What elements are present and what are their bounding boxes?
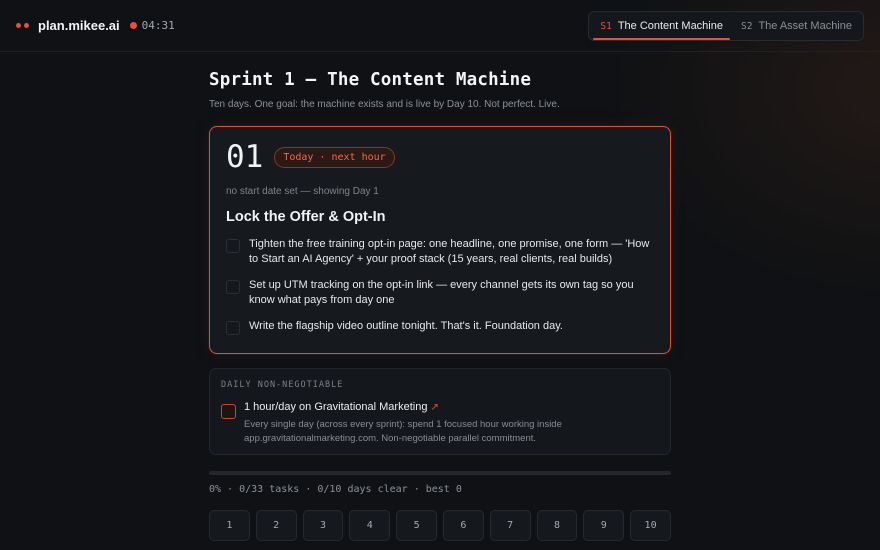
external-link-icon[interactable]: ↗ <box>430 402 438 413</box>
page-title: Sprint 1 — The Content Machine <box>209 70 532 90</box>
day-button-2[interactable]: 2 <box>255 510 297 541</box>
task-list: Tighten the free training opt-in page: o… <box>226 237 654 335</box>
main-content: Sprint 1 — The Content Machine Ten days.… <box>209 52 671 541</box>
non-negotiable-description: Every single day (across every sprint): … <box>244 419 562 444</box>
task-text: Tighten the free training opt-in page: o… <box>249 238 650 265</box>
task-checkbox[interactable] <box>226 321 240 335</box>
day-button-9[interactable]: 9 <box>583 510 625 541</box>
day-button-10[interactable]: 10 <box>630 510 671 541</box>
day-title: Lock the Offer & Opt-In <box>226 209 386 225</box>
non-negotiable-checkbox[interactable] <box>221 404 236 419</box>
session-timer: 04:31 <box>129 19 175 32</box>
brand-logo-icon <box>16 23 29 28</box>
day-button-3[interactable]: 3 <box>302 510 344 541</box>
day-button-5[interactable]: 5 <box>396 510 437 541</box>
tab-label: The Asset Machine <box>758 20 852 32</box>
timer-text: 04:31 <box>141 19 175 32</box>
daily-non-negotiable-card: DAILY NON-NEGOTIABLE 1 hour/day on Gravi… <box>209 368 671 455</box>
task-checkbox[interactable] <box>226 239 240 253</box>
day-button-4[interactable]: 4 <box>349 510 391 541</box>
day-button-7[interactable]: 7 <box>489 510 531 541</box>
progress-stats: 0% · 0/33 tasks · 0/10 days clear · best… <box>209 484 462 495</box>
task-item: Write the flagship video outline tonight… <box>226 319 654 335</box>
page-subtitle: Ten days. One goal: the machine exists a… <box>209 99 560 110</box>
day-button-1[interactable]: 1 <box>209 510 250 541</box>
current-day-card: 01 Today · next hour no start date set —… <box>209 126 671 354</box>
non-negotiable-item: 1 hour/day on Gravitational Marketing ↗ E… <box>221 401 659 446</box>
task-text: Set up UTM tracking on the opt-in link —… <box>249 279 634 306</box>
tab-sprint-2[interactable]: S2 The Asset Machine <box>733 14 860 38</box>
tab-label: The Content Machine <box>617 20 723 32</box>
day-selector: 1 2 3 4 5 6 7 8 9 10 <box>209 510 671 541</box>
non-negotiable-title-text: 1 hour/day on Gravitational Marketing <box>244 401 428 413</box>
task-text: Write the flagship video outline tonight… <box>249 320 563 332</box>
tab-code: S1 <box>600 20 612 32</box>
day-button-8[interactable]: 8 <box>536 510 578 541</box>
task-item: Tighten the free training opt-in page: o… <box>226 237 654 267</box>
task-checkbox[interactable] <box>226 280 240 294</box>
day-header: 01 Today · next hour <box>226 141 654 173</box>
top-bar: plan.mikee.ai 04:31 S1 The Content Machi… <box>0 0 880 52</box>
tab-sprint-1[interactable]: S1 The Content Machine <box>592 14 731 40</box>
tab-code: S2 <box>740 20 753 32</box>
sprint-tabs: S1 The Content Machine S2 The Asset Mach… <box>588 11 864 41</box>
recording-dot-icon <box>129 22 137 29</box>
non-negotiable-label: DAILY NON-NEGOTIABLE <box>221 380 344 390</box>
brand[interactable]: plan.mikee.ai <box>16 18 120 33</box>
non-negotiable-title[interactable]: 1 hour/day on Gravitational Marketing ↗ <box>244 401 604 413</box>
task-item: Set up UTM tracking on the opt-in link —… <box>226 278 654 308</box>
day-number: 01 <box>226 139 264 175</box>
day-button-6[interactable]: 6 <box>442 510 484 541</box>
start-date-note: no start date set — showing Day 1 <box>226 186 379 197</box>
today-badge: Today · next hour <box>274 146 395 168</box>
brand-name: plan.mikee.ai <box>38 18 120 33</box>
progress-bar <box>209 471 671 475</box>
